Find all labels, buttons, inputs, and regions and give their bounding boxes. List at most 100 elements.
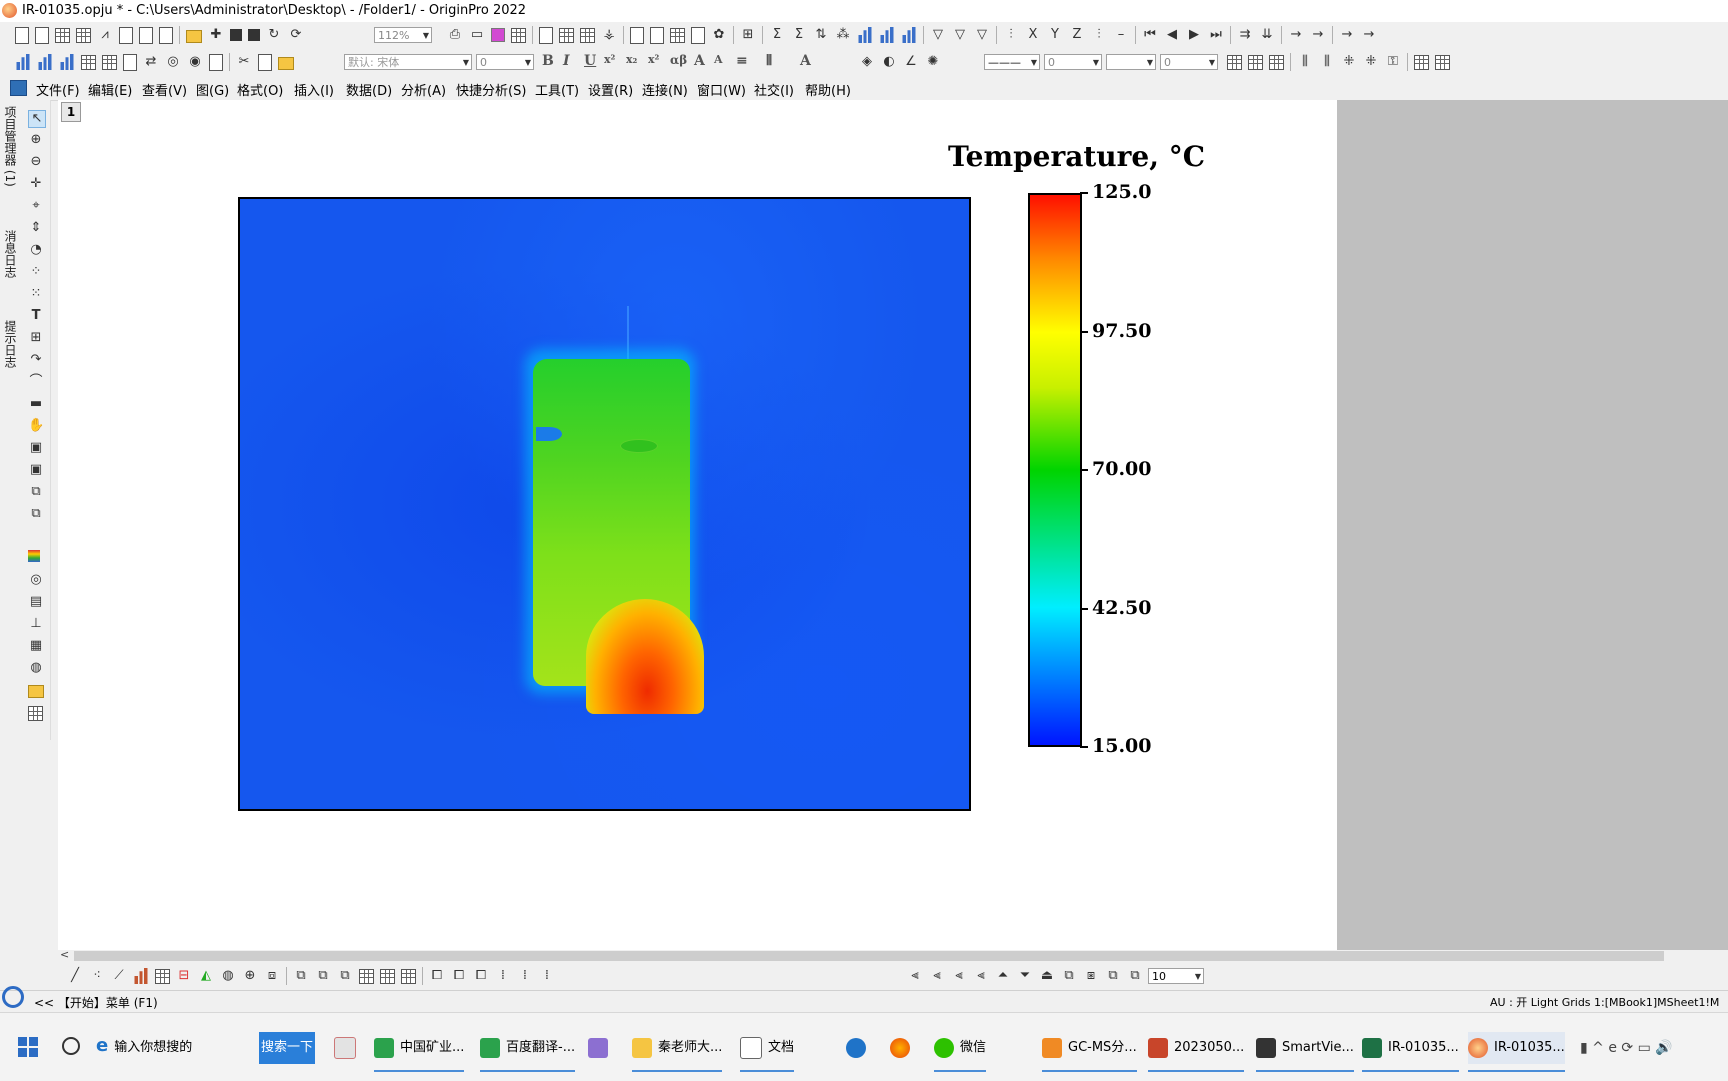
colorbar-tick-label[interactable]: 97.50 [1092, 320, 1152, 342]
task-documents[interactable]: 文档 [740, 1032, 795, 1072]
menu-insert[interactable]: 插入(I) [294, 80, 334, 99]
zoom-out-icon[interactable]: ⊖ [28, 154, 44, 170]
font-name-combo[interactable]: 默认: 宋体 ▼ [344, 54, 472, 70]
new-folder-icon[interactable] [35, 26, 49, 44]
new-layout-icon[interactable] [119, 26, 133, 44]
curve-tool-icon[interactable]: ⌒ [28, 374, 44, 390]
merge-icon[interactable]: ⫼ [1297, 54, 1313, 70]
layer-legend-icon[interactable]: ◍ [28, 660, 44, 676]
matrix2-icon[interactable] [102, 54, 117, 70]
3d-icon[interactable]: ⧈ [264, 968, 280, 984]
apps-icon[interactable]: ✿ [711, 27, 727, 43]
project-explorer-icon[interactable] [559, 27, 574, 43]
extract-icon[interactable]: ⧠ [473, 968, 489, 984]
obj-size-icon[interactable]: ⧆ [1083, 968, 1099, 984]
paste-icon[interactable] [278, 57, 294, 70]
colorbar-tick-label[interactable]: 125.0 [1092, 181, 1152, 203]
font-color-icon[interactable]: A [800, 53, 811, 69]
lock-icon[interactable]: ⚿ [1385, 54, 1401, 70]
move-right-icon[interactable]: ⇉ [1237, 27, 1253, 43]
obj-width-icon[interactable]: ⏏ [1039, 968, 1055, 984]
hierarchy-icon[interactable]: ⚶ [601, 27, 617, 43]
legend-icon[interactable]: ▤ [28, 594, 44, 610]
task-wechat[interactable]: 微信 [934, 1032, 987, 1072]
link-right-icon[interactable]: → [1339, 27, 1355, 43]
pattern-size-combo[interactable]: 0 ▼ [1160, 54, 1218, 70]
graph3-icon[interactable] [59, 54, 75, 70]
menu-analysis[interactable]: 分析(A) [401, 80, 446, 99]
search-button[interactable]: 搜索一下 [259, 1032, 315, 1064]
menu-data[interactable]: 数据(D) [346, 80, 392, 99]
ternary-icon[interactable]: ⊕ [242, 968, 258, 984]
menu-format[interactable]: 格式(O) [237, 80, 283, 99]
border-icon[interactable] [1248, 54, 1263, 70]
layer-icon[interactable]: ⧉ [28, 484, 44, 500]
next-icon[interactable]: ▶ [1186, 27, 1202, 43]
polar-icon[interactable]: ◍ [220, 968, 236, 984]
obj-align-center-icon[interactable]: ⫷ [929, 968, 945, 984]
unmerge-icon[interactable]: ⫼ [1319, 54, 1335, 70]
bubble-scale-icon[interactable]: ◎ [28, 572, 44, 588]
front-icon[interactable] [1414, 54, 1429, 70]
line-width-combo[interactable]: 0 ▼ [1044, 54, 1102, 70]
menu-window[interactable]: 窗口(W) [697, 80, 746, 99]
screen-reader-icon[interactable]: ✛ [28, 176, 44, 192]
recalculate-icon[interactable]: ↻ [266, 27, 282, 43]
superscript-icon[interactable]: x² [604, 53, 615, 66]
zoom-in-icon[interactable]: ⊕ [28, 132, 44, 148]
task-folder[interactable]: 秦老师大... [632, 1032, 723, 1072]
task-gcms[interactable]: GC-MS分... [1042, 1032, 1137, 1072]
taskbar-search-icon[interactable] [62, 1037, 80, 1055]
color-scale-icon[interactable] [28, 550, 40, 562]
column-plot-icon[interactable] [879, 27, 895, 43]
print-icon[interactable]: ⎙ [447, 27, 463, 43]
arrange-icon[interactable]: ⁞ [495, 968, 511, 984]
search-icon[interactable] [2, 986, 24, 1008]
present-icon[interactable]: ▭ [469, 27, 485, 43]
color-scale-bar[interactable] [1028, 193, 1082, 747]
arrow-tool-icon[interactable]: ↷ [28, 352, 44, 368]
link-end-icon[interactable]: → [1361, 27, 1377, 43]
scrollbar-thumb[interactable] [74, 951, 1664, 961]
set-values-icon[interactable]: ⁂ [835, 27, 851, 43]
task-baidu-translate[interactable]: 百度翻译-... [480, 1032, 576, 1072]
filter-icon[interactable]: ▽ [930, 27, 946, 43]
colorbar-tick-label[interactable]: 70.00 [1092, 458, 1152, 480]
object-size-combo[interactable]: 10 ▼ [1148, 968, 1204, 984]
menu-file[interactable]: 文件(F) [36, 80, 80, 99]
ungroup-icon[interactable]: ⁜ [1363, 54, 1379, 70]
colorbar-tick-label[interactable]: 42.50 [1092, 597, 1152, 619]
line-plot-icon[interactable] [857, 27, 873, 43]
set-error-icon[interactable]: ⫶ [1091, 27, 1107, 43]
menu-view[interactable]: 查看(V) [142, 80, 187, 99]
table-tool-icon[interactable]: ▦ [28, 638, 44, 654]
move-down-icon[interactable]: ⇊ [1259, 27, 1275, 43]
supersub-icon[interactable]: x² [648, 53, 659, 66]
obj-align-top-icon[interactable]: ⫷ [973, 968, 989, 984]
first-icon[interactable]: ⏮ [1142, 27, 1158, 43]
align-layers-icon[interactable]: ⁞ [517, 968, 533, 984]
filter-options-icon[interactable]: ▽ [974, 27, 990, 43]
new-project-icon[interactable] [15, 26, 29, 44]
pointer-icon[interactable]: ↖ [28, 110, 46, 128]
light-icon[interactable]: ✺ [925, 54, 941, 70]
menu-help[interactable]: 帮助(H) [805, 80, 851, 99]
data-filter-icon[interactable] [650, 26, 664, 44]
new-function-icon[interactable] [159, 26, 173, 44]
task-excel[interactable]: IR-01035... [1362, 1032, 1459, 1072]
duplicate-icon[interactable] [123, 53, 137, 71]
colorbar-title[interactable]: Temperature, °C [948, 140, 1205, 173]
hatch-icon[interactable] [1227, 54, 1242, 70]
transfer-icon[interactable]: ⇄ [143, 54, 159, 70]
workbook2-icon[interactable] [81, 54, 96, 70]
scatter-icon[interactable]: ⁖ [89, 968, 105, 984]
align-icon[interactable]: ≡ [736, 53, 748, 69]
colorbar-tick-label[interactable]: 15.00 [1092, 735, 1152, 757]
set-none-icon[interactable]: – [1113, 27, 1129, 43]
thermal-heatmap[interactable] [238, 197, 971, 811]
task-smartview[interactable]: SmartVie... [1256, 1032, 1354, 1072]
task-origin[interactable]: IR-01035... [1468, 1032, 1565, 1072]
code-builder-icon[interactable] [539, 26, 553, 44]
menu-social[interactable]: 社交(I) [754, 80, 794, 99]
start-menu-hint[interactable]: << 【开始】菜单 (F1) [34, 994, 158, 1011]
